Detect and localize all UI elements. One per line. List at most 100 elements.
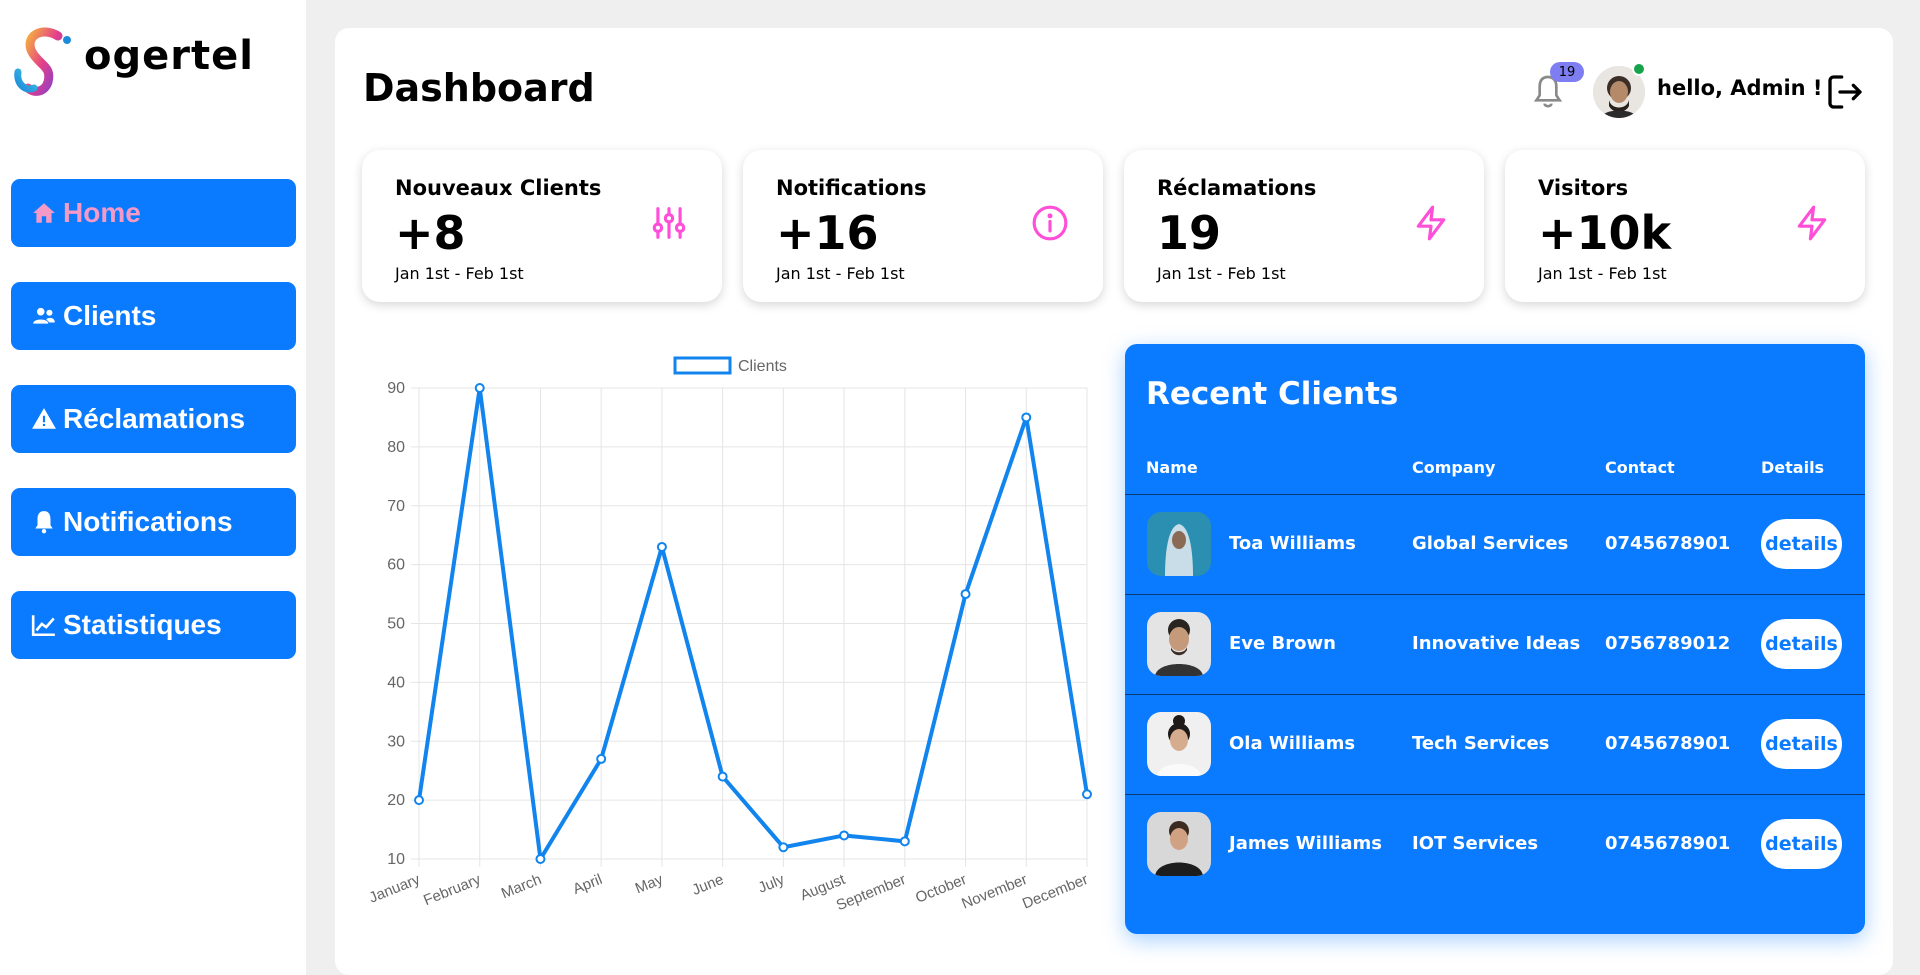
data-point [414, 795, 424, 806]
table-row: James Williams IOT Services 0745678901 d… [1125, 794, 1865, 894]
users-icon [33, 307, 55, 324]
details-button[interactable]: details [1761, 719, 1842, 769]
client-avatar [1147, 812, 1211, 876]
y-tick-label: 60 [387, 557, 405, 574]
online-status-dot [1632, 62, 1646, 76]
info-icon [1032, 205, 1068, 241]
chart-y-ticks: 10 20 30 40 50 60 70 80 90 [387, 380, 405, 868]
y-tick-label: 40 [387, 674, 405, 691]
brand-name: ogertel [84, 33, 254, 79]
sidebar-item-label: Home [63, 197, 141, 228]
stat-card-value: +10k [1538, 206, 1672, 260]
client-name: James Williams [1229, 833, 1382, 854]
client-name: Eve Brown [1229, 633, 1336, 654]
sliders-icon [652, 207, 686, 239]
recent-clients-panel: Recent Clients Name Company Contact Deta… [1125, 344, 1865, 934]
data-point [656, 541, 667, 552]
client-company: IOT Services [1412, 833, 1539, 854]
y-tick-label: 50 [387, 616, 405, 633]
x-tick-label: March [499, 871, 544, 902]
column-header-company: Company [1412, 458, 1496, 477]
sidebar-item-label: Réclamations [63, 403, 246, 434]
lightning-icon [1416, 205, 1446, 241]
y-tick-label: 30 [387, 733, 405, 750]
stat-card-new-clients[interactable]: Nouveaux Clients +8 Jan 1st - Feb 1st [362, 150, 722, 302]
x-tick-label: November [959, 871, 1030, 913]
brand-logo[interactable]: ogertel [12, 26, 254, 96]
details-button[interactable]: details [1761, 819, 1842, 869]
data-point [535, 854, 546, 864]
x-tick-label: September [834, 871, 908, 914]
stat-card-value: 19 [1157, 206, 1222, 260]
column-header-contact: Contact [1605, 458, 1675, 477]
sidebar-item-home[interactable]: Home [11, 179, 296, 247]
stat-card-label: Notifications [776, 176, 927, 200]
sidebar-item-label: Statistiques [63, 609, 222, 640]
lightning-icon [1797, 205, 1827, 241]
data-point [960, 589, 971, 600]
stat-card-reclamations[interactable]: Réclamations 19 Jan 1st - Feb 1st [1124, 150, 1484, 302]
y-tick-label: 10 [387, 851, 405, 868]
details-button[interactable]: details [1761, 619, 1842, 669]
x-tick-label: April [570, 871, 604, 898]
table-row: Toa Williams Global Services 0745678901 … [1125, 494, 1865, 594]
table-row: Ola Williams Tech Services 0745678901 de… [1125, 694, 1865, 794]
stat-card-visitors[interactable]: Visitors +10k Jan 1st - Feb 1st [1505, 150, 1865, 302]
stat-card-notifications[interactable]: Notifications +16 Jan 1st - Feb 1st [743, 150, 1103, 302]
data-point [1021, 412, 1032, 423]
client-name: Toa Williams [1229, 533, 1356, 554]
client-name: Ola Williams [1229, 733, 1356, 754]
x-tick-label: December [1020, 871, 1091, 913]
client-contact: 0745678901 [1605, 533, 1731, 554]
y-tick-label: 90 [387, 380, 405, 397]
client-contact: 0745678901 [1605, 733, 1731, 754]
page-title: Dashboard [363, 66, 595, 110]
admin-greeting: hello, Admin ! [1657, 76, 1823, 100]
sidebar-item-statistiques[interactable]: Statistiques [11, 591, 296, 659]
data-point [899, 836, 910, 847]
chart-x-ticks: JanuaryFebruary March April May June July Augu… [367, 871, 1091, 915]
stat-card-value: +8 [395, 206, 466, 260]
data-point [778, 842, 789, 853]
sidebar: ogertel Home Clients Réclamations Notifi… [0, 0, 306, 975]
stat-card-range: Jan 1st - Feb 1st [395, 264, 524, 283]
x-tick-label: May [633, 871, 666, 898]
data-point [474, 383, 485, 393]
x-tick-label: July [756, 871, 788, 897]
data-point [717, 771, 728, 782]
client-contact: 0756789012 [1605, 633, 1731, 654]
recent-clients-title: Recent Clients [1146, 376, 1399, 412]
legend-swatch [673, 356, 732, 375]
sidebar-nav: Home Clients Réclamations Notifications … [11, 179, 296, 694]
home-icon [33, 203, 55, 223]
client-contact: 0745678901 [1605, 833, 1731, 854]
legend-label: Clients [738, 358, 787, 375]
warning-icon [32, 408, 56, 429]
client-company: Global Services [1412, 533, 1569, 554]
sidebar-item-notifications[interactable]: Notifications [11, 488, 296, 556]
client-avatar [1147, 512, 1211, 576]
stat-card-value: +16 [776, 206, 879, 260]
y-tick-label: 20 [387, 792, 405, 809]
client-company: Tech Services [1412, 733, 1550, 754]
x-tick-label: February [421, 871, 483, 909]
logout-icon[interactable] [1825, 72, 1865, 112]
details-button[interactable]: details [1761, 519, 1842, 569]
sidebar-item-clients[interactable]: Clients [11, 282, 296, 350]
column-header-name: Name [1146, 458, 1198, 477]
stat-card-label: Visitors [1538, 176, 1629, 200]
data-point [839, 830, 850, 841]
stat-card-label: Nouveaux Clients [395, 176, 602, 200]
chart-legend[interactable]: Clients [673, 356, 787, 375]
data-point [596, 753, 607, 764]
x-tick-label: June [690, 871, 727, 899]
stat-card-label: Réclamations [1157, 176, 1317, 200]
table-row: Eve Brown Innovative Ideas 0756789012 de… [1125, 594, 1865, 694]
clients-line-chart: 10 20 30 40 50 60 70 80 90 JanuaryFebruary March A… [367, 356, 1092, 915]
sidebar-item-reclamations[interactable]: Réclamations [11, 385, 296, 453]
logo-swirl-icon [14, 27, 71, 96]
client-avatar [1147, 612, 1211, 676]
sidebar-item-label: Notifications [63, 506, 233, 537]
notification-count-badge: 19 [1550, 62, 1584, 82]
stat-card-range: Jan 1st - Feb 1st [776, 264, 905, 283]
